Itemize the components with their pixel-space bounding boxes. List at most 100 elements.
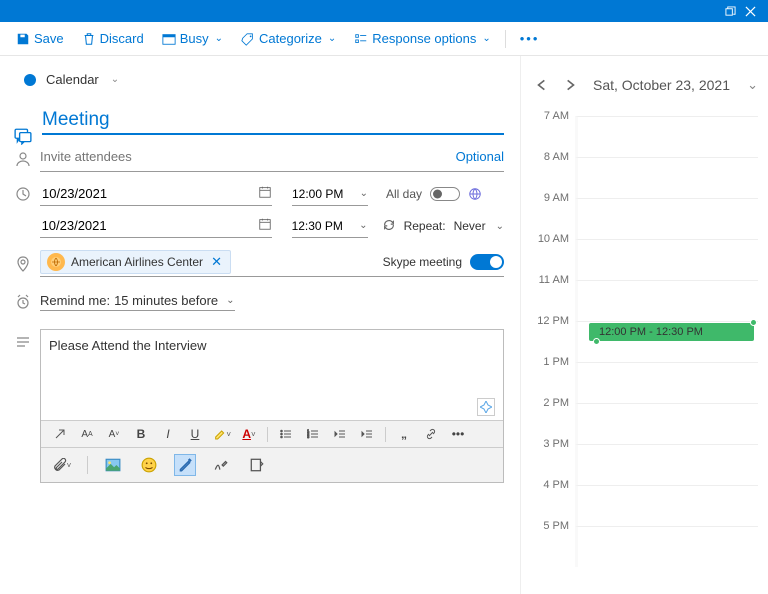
notes-icon [14, 127, 32, 145]
timezone-icon[interactable] [468, 187, 482, 201]
more-format-icon[interactable]: ••• [449, 425, 467, 443]
prev-day-button[interactable] [531, 74, 553, 96]
insights-icon[interactable] [477, 398, 495, 416]
location-badge-icon [47, 253, 65, 271]
all-day-label: All day [386, 187, 422, 201]
ink-icon[interactable] [174, 454, 196, 476]
body-textarea[interactable]: Please Attend the Interview [41, 330, 503, 394]
time-slot-track[interactable] [575, 198, 758, 239]
quote-icon[interactable]: „ [395, 425, 413, 443]
event-handle-bottom[interactable] [593, 338, 600, 345]
time-slot-label: 2 PM [531, 397, 575, 409]
calendar-icon[interactable] [258, 217, 272, 234]
font-size-icon[interactable]: A˅ [105, 425, 123, 443]
reminder-dropdown[interactable]: Remind me: 15 minutes before ⌄ [40, 293, 235, 311]
next-day-button[interactable] [559, 74, 581, 96]
timeline[interactable]: 7 AM8 AM9 AM10 AM11 AM12 PM1 PM2 PM3 PM4… [531, 116, 758, 567]
day-view-date: Sat, October 23, 2021 [593, 77, 730, 93]
response-options-dropdown[interactable]: Response options ⌄ [348, 27, 496, 50]
time-slot-track[interactable] [575, 116, 758, 157]
trash-icon [82, 32, 96, 46]
restore-icon[interactable] [720, 1, 740, 21]
remind-value: 15 minutes before [114, 293, 218, 308]
repeat-value[interactable]: Never [454, 219, 486, 233]
time-slot-track[interactable] [575, 157, 758, 198]
reminder-icon [14, 293, 32, 311]
save-button[interactable]: Save [10, 27, 70, 50]
outdent-icon[interactable] [331, 425, 349, 443]
toolbar-separator [505, 30, 506, 48]
repeat-icon[interactable] [382, 218, 396, 235]
busy-label: Busy [180, 31, 209, 46]
overflow-button[interactable]: ••• [514, 27, 546, 50]
event-label: 12:00 PM - 12:30 PM [599, 326, 703, 338]
skype-toggle[interactable] [470, 254, 504, 270]
time-slot-track[interactable] [575, 403, 758, 444]
calendar-selector[interactable]: Calendar ⌄ [24, 64, 504, 95]
meeting-title-input[interactable]: Meeting [42, 109, 504, 131]
format-toolbar: AA A˅ B I U ˅ A˅ 123 „ ••• [41, 420, 503, 447]
time-slot-track[interactable] [575, 239, 758, 280]
font-color-icon[interactable]: A˅ [240, 425, 258, 443]
clear-format-icon[interactable] [51, 425, 69, 443]
discard-button[interactable]: Discard [76, 27, 150, 50]
chevron-down-icon: ⌄ [496, 221, 504, 232]
save-label: Save [34, 31, 64, 46]
calendar-color-dot [24, 74, 36, 86]
attach-icon[interactable]: ˅ [51, 454, 73, 476]
template-icon[interactable] [246, 454, 268, 476]
busy-icon [162, 32, 176, 46]
ellipsis-icon: ••• [520, 31, 540, 46]
busy-dropdown[interactable]: Busy ⌄ [156, 27, 229, 50]
picture-icon[interactable] [102, 454, 124, 476]
chevron-down-icon: ⌄ [328, 33, 336, 44]
day-view: Sat, October 23, 2021 ⌄ 7 AM8 AM9 AM10 A… [520, 56, 768, 594]
end-time-input[interactable] [292, 217, 358, 235]
clock-icon [14, 185, 32, 203]
body-editor: Please Attend the Interview AA A˅ B I U … [40, 329, 504, 483]
end-date-input[interactable] [40, 216, 258, 235]
italic-icon[interactable]: I [159, 425, 177, 443]
time-slot-label: 10 AM [531, 233, 575, 245]
highlight-icon[interactable]: ˅ [213, 425, 231, 443]
bullets-icon[interactable] [277, 425, 295, 443]
remind-label: Remind me: [40, 293, 110, 308]
start-time-input[interactable] [292, 185, 358, 203]
time-slot-label: 5 PM [531, 520, 575, 532]
start-date-input[interactable] [40, 184, 258, 203]
save-icon [16, 32, 30, 46]
emoji-icon[interactable] [138, 454, 160, 476]
event-handle-top[interactable] [750, 319, 757, 326]
all-day-toggle[interactable] [430, 187, 460, 201]
time-slot-label: 1 PM [531, 356, 575, 368]
time-slot-label: 9 AM [531, 192, 575, 204]
time-slot-track[interactable] [575, 280, 758, 321]
close-icon[interactable] [740, 1, 760, 21]
attach-toolbar: ˅ [41, 447, 503, 482]
underline-icon[interactable]: U [186, 425, 204, 443]
calendar-icon[interactable] [258, 185, 272, 202]
calendar-event[interactable]: 12:00 PM - 12:30 PM [589, 323, 754, 341]
svg-text:3: 3 [307, 434, 310, 439]
bold-icon[interactable]: B [132, 425, 150, 443]
categorize-dropdown[interactable]: Categorize ⌄ [235, 27, 342, 50]
location-chip-text: American Airlines Center [71, 255, 203, 269]
time-slot[interactable]: 5 PM [531, 526, 758, 567]
signature-icon[interactable] [210, 454, 232, 476]
title-bar [0, 0, 768, 22]
numbering-icon[interactable]: 123 [304, 425, 322, 443]
chevron-down-icon: ⌄ [482, 33, 490, 44]
font-icon[interactable]: AA [78, 425, 96, 443]
chip-remove-icon[interactable]: ✕ [209, 254, 224, 270]
time-slot-track[interactable] [575, 526, 758, 567]
time-slot-track[interactable] [575, 444, 758, 485]
link-icon[interactable] [422, 425, 440, 443]
optional-link[interactable]: Optional [456, 149, 504, 164]
location-chip[interactable]: American Airlines Center ✕ [40, 250, 231, 274]
day-view-dropdown[interactable]: ⌄ [747, 77, 758, 93]
time-slot-track[interactable] [575, 485, 758, 526]
chevron-down-icon: ⌄ [215, 33, 223, 44]
time-slot-track[interactable] [575, 362, 758, 403]
indent-icon[interactable] [358, 425, 376, 443]
attendees-input[interactable] [40, 145, 456, 168]
